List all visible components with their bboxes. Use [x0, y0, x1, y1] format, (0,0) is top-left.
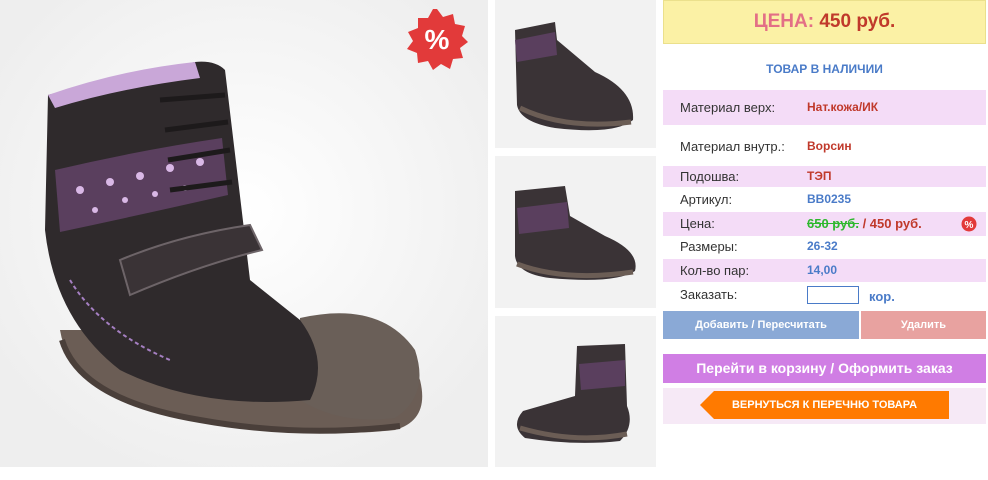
spec-value: Нат.кожа/ИК [807, 100, 879, 114]
price-header-label: ЦЕНА: [753, 11, 815, 32]
price-header-value: 450 руб. [819, 11, 896, 32]
spec-key: Материал верх: [680, 100, 776, 115]
spec-value: Ворсин [807, 139, 852, 153]
stock-status: ТОВАР В НАЛИЧИИ [766, 62, 883, 76]
go-to-cart-button[interactable]: Перейти в корзину / Оформить заказ [663, 354, 986, 383]
spec-row-sole: Подошва: ТЭП [663, 166, 986, 187]
spec-key: Артикул: [680, 192, 733, 207]
add-recalculate-button[interactable]: Добавить / Пересчитать [663, 311, 859, 339]
spec-row-price: Цена: 650 руб. / 450 руб. [663, 212, 986, 236]
spec-value: ТЭП [807, 169, 832, 183]
thumbnail-3[interactable] [495, 316, 656, 467]
main-product-image[interactable] [0, 0, 488, 467]
new-price: / 450 руб. [862, 216, 922, 231]
spec-key: Кол-во пар: [680, 263, 750, 278]
spec-value: 650 руб. / 450 руб. [807, 212, 922, 236]
spec-value: 26-32 [807, 239, 838, 253]
spec-key: Материал внутр.: [680, 139, 785, 154]
old-price: 650 руб. [807, 216, 859, 231]
spec-row-material-top: Материал верх: Нат.кожа/ИК [663, 90, 986, 125]
spec-key: Цена: [680, 216, 715, 231]
spec-row-pairs: Кол-во пар: 14,00 [663, 259, 986, 282]
sale-badge-text: % [425, 24, 450, 55]
spec-key: Размеры: [680, 239, 738, 254]
back-to-list-button[interactable]: ВЕРНУТЬСЯ К ПЕРЕЧНЮ ТОВАРА [700, 391, 949, 419]
thumbnail-2[interactable] [495, 156, 656, 308]
spec-value: 14,00 [807, 263, 838, 277]
back-button-container: ВЕРНУТЬСЯ К ПЕРЕЧНЮ ТОВАРА [663, 388, 986, 424]
spec-value: BB0235 [807, 192, 852, 206]
price-header: ЦЕНА: 450 руб. [663, 0, 986, 44]
back-to-list-label: ВЕРНУТЬСЯ К ПЕРЕЧНЮ ТОВАРА [731, 399, 918, 411]
quantity-input[interactable] [807, 286, 859, 304]
sale-percent-badge: % [406, 8, 468, 70]
spec-row-material-inner: Материал внутр.: Ворсин [663, 129, 986, 164]
mini-sale-badge-text: % [965, 220, 974, 231]
quantity-unit: кор. [869, 289, 895, 304]
thumbnail-1[interactable] [495, 0, 656, 148]
mini-sale-badge: % [961, 216, 977, 232]
delete-button[interactable]: Удалить [861, 311, 986, 339]
spec-key: Подошва: [680, 169, 740, 184]
spec-row-sizes: Размеры: 26-32 [663, 236, 986, 257]
spec-row-article: Артикул: BB0235 [663, 189, 986, 210]
order-label: Заказать: [680, 287, 738, 302]
